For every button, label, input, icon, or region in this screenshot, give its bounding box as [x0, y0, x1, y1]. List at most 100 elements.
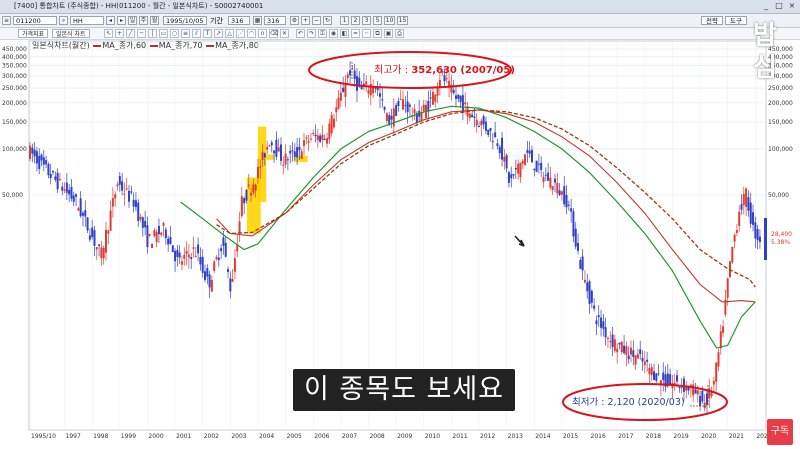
- candle-body: [540, 162, 543, 170]
- candle-body: [332, 118, 335, 128]
- candle-body: [296, 147, 299, 158]
- candles: [29, 61, 761, 415]
- candle-body: [549, 177, 552, 188]
- candle-body: [422, 104, 425, 112]
- candle-body: [178, 252, 181, 258]
- candle-body: [413, 109, 416, 114]
- candle-body: [597, 315, 600, 318]
- candle-body: [355, 76, 358, 91]
- candle-body: [109, 210, 112, 231]
- x-tick: 2009: [397, 433, 412, 440]
- candle-body: [454, 95, 457, 99]
- candle-body: [314, 134, 317, 137]
- candle-body: [49, 173, 52, 179]
- candle-body: [542, 177, 545, 182]
- candle-body: [204, 271, 206, 280]
- candle-body: [491, 141, 494, 143]
- candle-body: [680, 387, 683, 389]
- candle-body: [75, 194, 78, 197]
- candle-body: [284, 153, 287, 165]
- candle-body: [701, 390, 704, 402]
- candle-body: [524, 154, 527, 166]
- candle-body: [229, 278, 232, 292]
- candle-body: [167, 238, 170, 245]
- candle-body: [457, 94, 460, 99]
- y-tick-left: 250,000: [2, 85, 27, 92]
- candle-body: [162, 223, 165, 226]
- candle-body: [275, 139, 278, 157]
- subscribe-button[interactable]: 구독: [767, 419, 793, 445]
- candle-body: [519, 162, 522, 178]
- candle-body: [114, 194, 117, 199]
- candle-body: [259, 166, 262, 168]
- candle-body: [563, 186, 566, 205]
- candle-body: [655, 373, 658, 381]
- candle-body: [471, 114, 474, 118]
- candle-body: [160, 232, 163, 235]
- candle-body: [710, 392, 713, 397]
- candle-body: [118, 176, 121, 185]
- candle-body: [346, 74, 349, 79]
- candle-body: [478, 125, 481, 127]
- candle-body: [754, 222, 757, 239]
- candle-body: [648, 367, 651, 375]
- candle-body: [61, 186, 64, 191]
- candle-body: [266, 146, 269, 150]
- candle-body: [95, 247, 98, 250]
- x-tick: 2002: [204, 433, 219, 440]
- candle-body: [445, 78, 448, 80]
- candle-body: [146, 225, 149, 248]
- candle-body: [544, 174, 547, 176]
- candle-body: [130, 191, 133, 193]
- candle-body: [653, 371, 656, 380]
- candle-body: [381, 99, 384, 101]
- x-tick: 2006: [314, 433, 329, 440]
- candle-body: [641, 357, 644, 362]
- y-tick-right: 200,000: [768, 100, 793, 107]
- candle-body: [300, 151, 303, 159]
- x-tick: 2015: [563, 433, 578, 440]
- volume-scroll-indicator[interactable]: [764, 218, 767, 260]
- ma60-line: [180, 105, 756, 349]
- candle-body: [282, 164, 285, 166]
- candle-body: [752, 212, 755, 225]
- candle-body: [535, 160, 538, 172]
- candle-body: [489, 128, 492, 131]
- candle-body: [342, 87, 345, 93]
- candle-body: [528, 150, 531, 154]
- candle-body: [636, 354, 639, 359]
- candle-body: [227, 269, 230, 272]
- candle-body: [98, 244, 101, 246]
- candle-body: [77, 208, 80, 211]
- candle-body: [643, 361, 646, 366]
- candle-body: [646, 359, 649, 362]
- candle-body: [627, 355, 630, 360]
- candle-body: [231, 279, 234, 282]
- candle-body: [623, 345, 626, 354]
- candle-body: [383, 106, 386, 110]
- candle-body: [572, 211, 575, 237]
- candle-body: [606, 337, 609, 339]
- x-tick: 2018: [646, 433, 661, 440]
- candle-body: [286, 159, 289, 161]
- moving-averages: [180, 105, 756, 349]
- candle-body: [134, 200, 137, 208]
- candle-body: [577, 242, 580, 251]
- candle-body: [217, 257, 220, 261]
- candle-body: [521, 160, 524, 164]
- candle-body: [72, 195, 75, 202]
- x-tick: 2014: [535, 433, 550, 440]
- candle-body: [712, 381, 715, 385]
- candle-body: [151, 244, 154, 249]
- candle-body: [745, 188, 748, 207]
- candle-body: [137, 202, 140, 222]
- candle-body: [579, 259, 582, 269]
- candle-body: [611, 334, 614, 347]
- candle-body: [487, 129, 490, 135]
- y-tick-left: 150,000: [2, 119, 27, 126]
- candle-body: [116, 184, 119, 187]
- candle-body: [503, 156, 506, 162]
- candle-body: [703, 402, 706, 409]
- candle-body: [247, 184, 250, 187]
- candle-body: [268, 145, 271, 147]
